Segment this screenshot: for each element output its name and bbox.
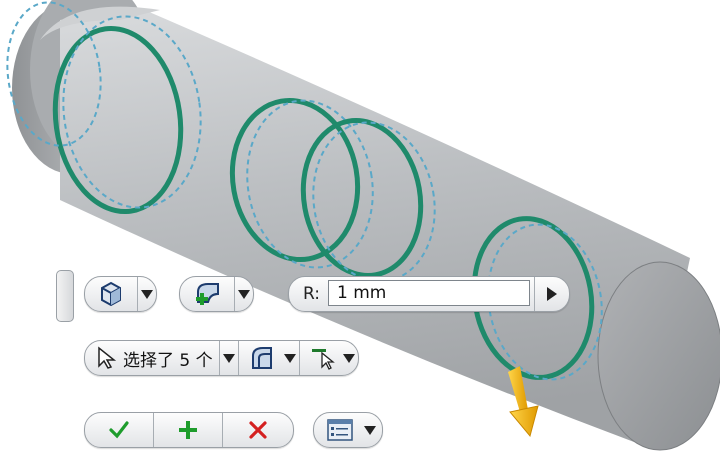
shaft-model[interactable] bbox=[0, 0, 720, 451]
edge-select-icon bbox=[311, 349, 335, 370]
radius-field-group: R: bbox=[288, 276, 571, 312]
options-dropdown[interactable] bbox=[358, 413, 382, 447]
options-group bbox=[313, 412, 383, 448]
edge-select-mode-dropdown[interactable] bbox=[340, 341, 358, 375]
radius-label: R: bbox=[303, 284, 321, 304]
fillet-edge-icon bbox=[251, 347, 272, 369]
toolbar-drag-handle[interactable] bbox=[56, 270, 74, 322]
play-right-icon bbox=[547, 287, 558, 301]
select-arrow-icon bbox=[98, 346, 117, 369]
radius-expand-button[interactable] bbox=[534, 277, 569, 311]
radius-input[interactable] bbox=[328, 280, 531, 306]
apply-check-icon bbox=[109, 421, 129, 439]
cancel-button[interactable] bbox=[223, 413, 293, 447]
fillet-face-button-group bbox=[179, 276, 254, 312]
apply-cancel-group bbox=[84, 412, 294, 448]
add-plus-icon bbox=[179, 421, 197, 439]
fillet-face-add-icon bbox=[196, 283, 219, 305]
apply-button[interactable] bbox=[85, 413, 154, 447]
select-edges-button[interactable]: 选择了 5 个 bbox=[85, 341, 220, 375]
part-face-button-group bbox=[84, 276, 157, 312]
part-selection-button[interactable] bbox=[85, 277, 138, 311]
fillet-face-add-button[interactable] bbox=[180, 277, 235, 311]
selection-dropdown[interactable] bbox=[220, 341, 239, 375]
viewport-3d-scene[interactable] bbox=[0, 0, 720, 460]
options-button[interactable] bbox=[314, 413, 358, 447]
add-button[interactable] bbox=[154, 413, 223, 447]
selection-count-label: 选择了 5 个 bbox=[123, 350, 213, 371]
edge-select-mode-button[interactable] bbox=[300, 341, 340, 375]
part-cube-icon bbox=[101, 281, 121, 307]
fillet-type-button[interactable] bbox=[239, 341, 281, 375]
selection-group: 选择了 5 个 bbox=[84, 340, 359, 376]
options-list-icon bbox=[327, 419, 353, 441]
shaft-end-face bbox=[597, 261, 720, 451]
fillet-type-dropdown[interactable] bbox=[281, 341, 300, 375]
cancel-x-icon bbox=[249, 421, 267, 439]
shaft-body bbox=[60, 8, 690, 448]
